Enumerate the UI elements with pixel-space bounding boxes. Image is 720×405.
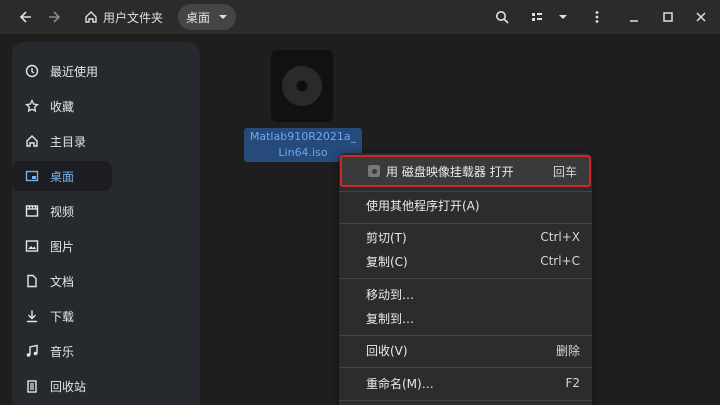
image-icon: [24, 238, 40, 254]
breadcrumb-current[interactable]: 桌面: [178, 4, 237, 30]
menu-item-shortcut: Ctrl+C: [540, 254, 580, 268]
sidebar-item-pictures[interactable]: 图片: [12, 231, 200, 261]
sidebar-item-trash[interactable]: 回收站: [12, 371, 200, 401]
sidebar-item-videos[interactable]: 视频: [12, 196, 200, 226]
sidebar-item-starred[interactable]: 收藏: [12, 91, 200, 121]
home-icon: [85, 11, 97, 23]
menu-item-shortcut: 删除: [555, 343, 580, 358]
sidebar-item-documents[interactable]: 文档: [12, 266, 200, 296]
download-icon: [24, 308, 40, 324]
file-name-line1: Matlab910R2021a_: [249, 130, 357, 143]
clock-icon: [24, 63, 40, 79]
menu-item-label: 剪切(T): [366, 230, 407, 245]
menu-item-label: 复制到…: [366, 311, 415, 326]
search-icon: [496, 11, 509, 24]
sidebar-item-label: 文档: [50, 274, 75, 289]
sidebar-item-downloads[interactable]: 下载: [12, 301, 200, 331]
menu-separator: [339, 278, 592, 279]
star-icon: [24, 98, 40, 114]
breadcrumb-current-label: 桌面: [186, 10, 211, 25]
menu-separator: [339, 367, 592, 368]
menu-item-shortcut: 回车: [552, 164, 577, 179]
menu-item-label: 重命名(M)…: [366, 376, 434, 391]
back-button[interactable]: [14, 4, 38, 30]
list-view-icon: [532, 13, 542, 21]
sidebar-item-desktop[interactable]: 桌面: [12, 161, 112, 191]
menu-item-label: 使用其他程序打开(A): [366, 198, 480, 213]
view-options-button[interactable]: [553, 4, 573, 30]
file-item[interactable]: Matlab910R2021a_ Lin64.iso: [244, 48, 362, 163]
context-menu: 用 磁盘映像挂载器 打开 回车 使用其他程序打开(A) 剪切(T) Ctrl+X…: [339, 153, 592, 405]
arrow-right-icon: [49, 11, 61, 23]
menu-item-copy-to[interactable]: 复制到…: [339, 306, 592, 330]
view-toggle-button[interactable]: [525, 4, 549, 30]
menu-item-rename[interactable]: 重命名(M)… F2: [339, 371, 592, 395]
chevron-down-icon: [559, 15, 567, 19]
document-icon: [24, 273, 40, 289]
sidebar-item-label: 下载: [50, 309, 75, 324]
menu-item-label: 回收(V): [366, 343, 408, 358]
disc-image-icon: [271, 50, 333, 122]
menu-item-label: 移动到…: [366, 287, 415, 302]
menu-separator: [339, 400, 592, 401]
desktop-icon: [24, 168, 40, 184]
menu-item-move-to[interactable]: 移动到…: [339, 282, 592, 306]
menu-item-move-to-trash[interactable]: 回收(V) 删除: [339, 338, 592, 362]
menu-item-label: 用 磁盘映像挂载器 打开: [386, 164, 514, 179]
menu-separator: [339, 223, 592, 224]
sidebar-item-label: 主目录: [50, 134, 87, 149]
sidebar-item-label: 音乐: [50, 344, 75, 359]
menu-item-label: 复制(C): [366, 254, 408, 269]
close-icon: [696, 12, 706, 22]
arrow-left-icon: [19, 11, 31, 23]
menu-item-cut[interactable]: 剪切(T) Ctrl+X: [339, 225, 592, 249]
sidebar-item-recent[interactable]: 最近使用: [12, 56, 200, 86]
menu-item-copy[interactable]: 复制(C) Ctrl+C: [339, 249, 592, 273]
kebab-menu-icon: [595, 11, 599, 23]
breadcrumb-home[interactable]: 用户文件夹: [80, 4, 167, 30]
sidebar-item-label: 图片: [50, 239, 75, 254]
minimize-icon: [630, 20, 638, 22]
sidebar-item-label: 收藏: [50, 99, 75, 114]
close-button[interactable]: [689, 4, 713, 30]
menu-item-shortcut: Ctrl+X: [540, 230, 580, 244]
minimize-button[interactable]: [622, 4, 646, 30]
disk-mounter-icon: [368, 165, 380, 177]
music-icon: [24, 343, 40, 359]
sidebar-item-label: 桌面: [50, 169, 75, 184]
menu-item-open-with-disk-mounter[interactable]: 用 磁盘映像挂载器 打开 回车: [340, 155, 591, 187]
video-icon: [24, 203, 40, 219]
menu-item-shortcut: F2: [565, 376, 580, 390]
chevron-down-icon: [219, 15, 228, 19]
maximize-icon: [663, 12, 673, 22]
breadcrumb-home-label: 用户文件夹: [103, 10, 164, 25]
sidebar-item-label: 最近使用: [50, 64, 99, 79]
sidebar-item-label: 回收站: [50, 379, 87, 394]
home-icon: [24, 133, 40, 149]
menu-separator: [339, 191, 592, 192]
forward-button[interactable]: [42, 4, 66, 30]
sidebar-item-music[interactable]: 音乐: [12, 336, 200, 366]
main-menu-button[interactable]: [585, 4, 609, 30]
header-bar: 用户文件夹 桌面: [0, 0, 720, 34]
sidebar-item-home[interactable]: 主目录: [12, 126, 200, 156]
sidebar-item-label: 视频: [50, 204, 75, 219]
trash-icon: [24, 378, 40, 394]
maximize-button[interactable]: [656, 4, 680, 30]
search-button[interactable]: [490, 4, 514, 30]
menu-separator: [339, 335, 592, 336]
menu-item-open-with-other[interactable]: 使用其他程序打开(A): [339, 193, 592, 217]
